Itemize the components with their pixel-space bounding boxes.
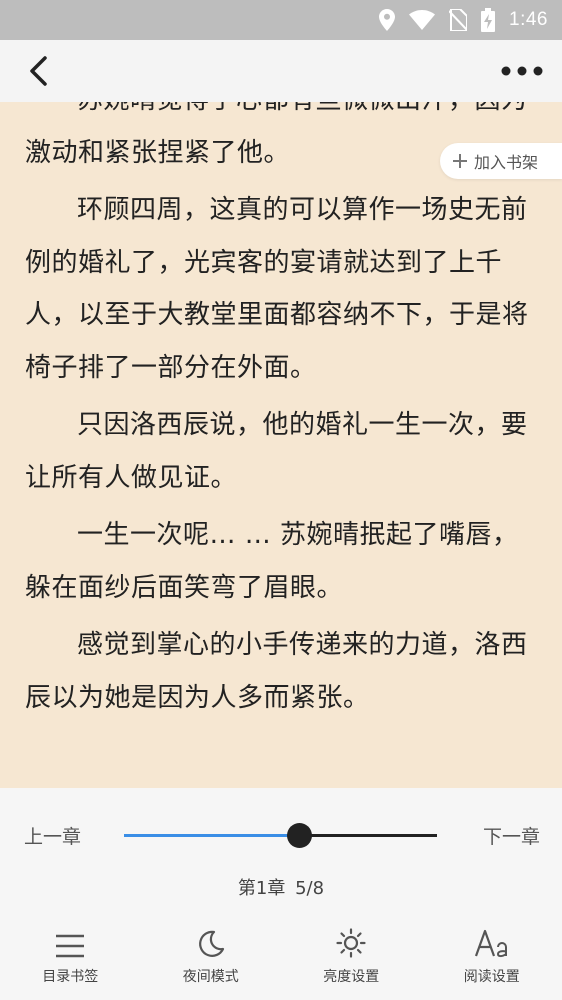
tool-label: 目录书签 (42, 969, 99, 985)
paragraph: 一生一次呢… … 苏婉晴抿起了嘴唇，躲在面纱后面笑弯了眉眼。 (25, 520, 519, 603)
tool-label: 夜间模式 (182, 969, 239, 985)
battery-charging-icon (481, 8, 496, 32)
location-icon (379, 9, 396, 31)
status-time: 1:46 (509, 9, 548, 30)
prev-chapter-button[interactable]: 上一章 (24, 822, 81, 849)
moon-icon (198, 930, 224, 957)
reading-settings-button[interactable]: 阅读设置 (422, 916, 562, 1000)
reader-toolbar: 目录书签 夜间模式 亮度设置 阅读设置 (0, 916, 562, 1000)
reader-top-bar (0, 40, 562, 102)
add-to-bookshelf-button[interactable]: 加入书架 (440, 143, 562, 179)
more-horizontal-icon (501, 66, 543, 76)
paragraph: 只因洛西辰说，他的婚礼一生一次，要让所有人做见证。 (25, 410, 528, 493)
brightness-button[interactable]: 亮度设置 (281, 916, 422, 1000)
reading-text: 苏婉晴觉得手心都有些微微出汗，因为激动和紧张捏紧了他。 环顾四周，这真的可以算作… (25, 102, 530, 729)
menu-icon (56, 934, 85, 958)
status-bar: 1:46 (0, 0, 562, 40)
chapter-navigation: 上一章 下一章 (0, 818, 562, 854)
add-to-bookshelf-label: 加入书架 (474, 153, 539, 172)
next-chapter-button[interactable]: 下一章 (483, 822, 540, 849)
slider-thumb[interactable] (287, 823, 313, 848)
night-mode-button[interactable]: 夜间模式 (141, 916, 282, 1000)
more-button[interactable] (500, 56, 544, 86)
slider-fill (124, 834, 300, 837)
chapter-label: 第1章 (237, 878, 286, 899)
reader-bottom-panel: 上一章 下一章 第1章 5/8 目录书签 夜间模式 亮度设置 阅读设置 (0, 788, 562, 1000)
reading-content[interactable]: 苏婉晴觉得手心都有些微微出汗，因为激动和紧张捏紧了他。 环顾四周，这真的可以算作… (0, 102, 562, 788)
back-button[interactable] (28, 51, 64, 91)
page-label: 5/8 (295, 878, 325, 899)
toc-bookmark-button[interactable]: 目录书签 (0, 916, 141, 1000)
chevron-left-icon (30, 56, 47, 86)
font-size-icon (474, 929, 507, 958)
chapter-progress-label: 第1章 5/8 (0, 874, 562, 900)
plus-icon (453, 154, 467, 168)
sun-icon (336, 928, 366, 958)
no-sim-icon (449, 9, 468, 31)
paragraph: 感觉到掌心的小手传递来的力道，洛西辰以为她是因为人多而紧张。 (25, 630, 528, 713)
chapter-progress-slider[interactable] (124, 823, 437, 848)
paragraph: 环顾四周，这真的可以算作一场史无前例的婚礼了，光宾客的宴请就达到了上千人，以至于… (25, 195, 529, 383)
wifi-icon (409, 10, 436, 30)
tool-label: 亮度设置 (323, 969, 380, 985)
tool-label: 阅读设置 (463, 969, 520, 985)
